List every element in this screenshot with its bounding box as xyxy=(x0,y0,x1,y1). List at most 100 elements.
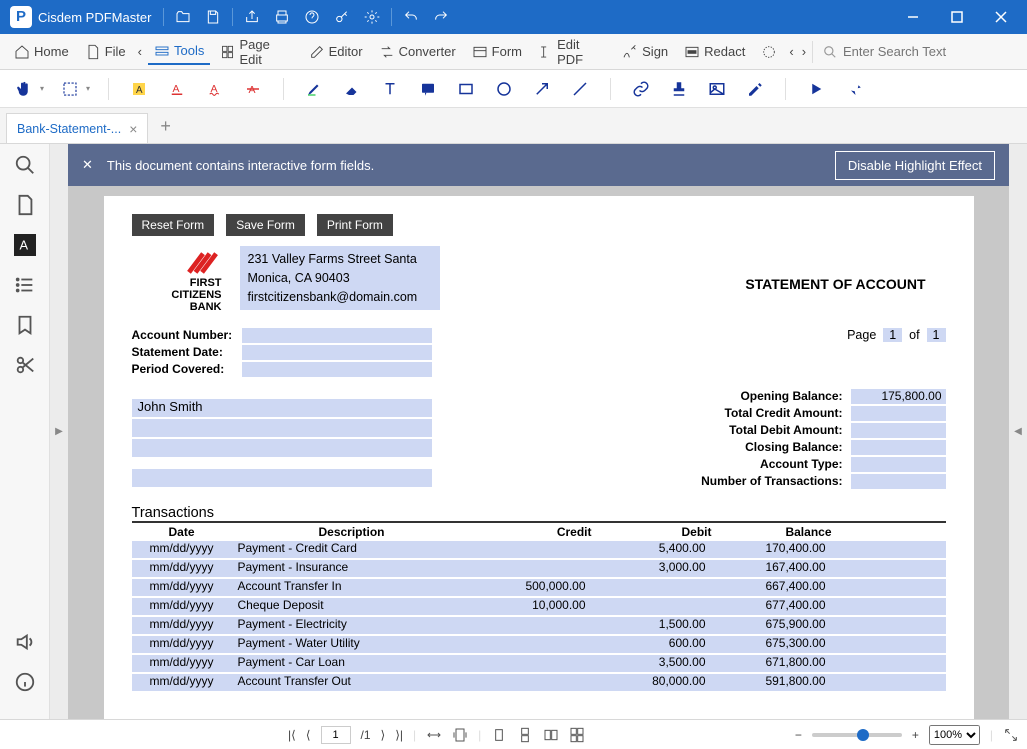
marker-icon[interactable] xyxy=(302,77,326,101)
page-input[interactable] xyxy=(321,726,351,744)
squiggle-icon[interactable]: A xyxy=(203,77,227,101)
maximize-button[interactable] xyxy=(935,0,979,34)
table-row[interactable]: mm/dd/yyyyPayment - Car Loan3,500.00671,… xyxy=(132,655,946,672)
save-form-button[interactable]: Save Form xyxy=(226,214,305,236)
select-tool-icon[interactable] xyxy=(58,77,82,101)
close-button[interactable] xyxy=(979,0,1023,34)
ribbon-file[interactable]: File xyxy=(79,40,132,64)
ribbon-redact[interactable]: Redact xyxy=(678,40,751,64)
disable-highlight-button[interactable]: Disable Highlight Effect xyxy=(835,151,995,180)
ribbon-editor[interactable]: Editor xyxy=(303,40,369,64)
total-credit-field[interactable] xyxy=(851,406,946,421)
addr2-field[interactable] xyxy=(132,439,432,457)
reset-form-button[interactable]: Reset Form xyxy=(132,214,215,236)
zoom-slider[interactable] xyxy=(812,733,902,737)
table-row[interactable]: mm/dd/yyyyPayment - Water Utility600.006… xyxy=(132,636,946,653)
fullscreen-icon[interactable] xyxy=(1003,727,1019,743)
image-icon[interactable] xyxy=(705,77,729,101)
table-row[interactable]: mm/dd/yyyyPayment - Electricity1,500.006… xyxy=(132,617,946,634)
text-icon[interactable] xyxy=(378,77,402,101)
highlight-icon[interactable]: A xyxy=(127,77,151,101)
play-icon[interactable] xyxy=(804,77,828,101)
statement-date-field[interactable] xyxy=(242,345,432,360)
minimize-button[interactable] xyxy=(891,0,935,34)
ribbon-form[interactable]: Form xyxy=(466,40,528,64)
table-row[interactable]: mm/dd/yyyyAccount Transfer Out80,000.005… xyxy=(132,674,946,691)
circle-icon[interactable] xyxy=(492,77,516,101)
table-row[interactable]: mm/dd/yyyyAccount Transfer In500,000.006… xyxy=(132,579,946,596)
line-icon[interactable] xyxy=(568,77,592,101)
note-icon[interactable] xyxy=(416,77,440,101)
single-page-icon[interactable] xyxy=(491,727,507,743)
eraser-icon[interactable] xyxy=(340,77,364,101)
ribbon-prev[interactable]: ‹ xyxy=(136,40,144,63)
last-page-icon[interactable]: ⟩| xyxy=(395,728,403,742)
new-tab-button[interactable]: + xyxy=(160,116,171,143)
search-box[interactable] xyxy=(823,44,1019,59)
table-row[interactable]: mm/dd/yyyyPayment - Insurance3,000.00167… xyxy=(132,560,946,577)
sound-icon[interactable] xyxy=(14,631,36,653)
ribbon-converter[interactable]: Converter xyxy=(373,40,462,64)
ribbon-sign[interactable]: Sign xyxy=(616,40,674,64)
print-form-button[interactable]: Print Form xyxy=(317,214,393,236)
ribbon-pageedit[interactable]: Page Edit xyxy=(214,33,298,71)
help-icon[interactable] xyxy=(299,4,325,30)
ribbon-tools[interactable]: Tools xyxy=(148,39,210,65)
name-field[interactable]: John Smith xyxy=(132,399,432,417)
ribbon-home[interactable]: Home xyxy=(8,40,75,64)
opening-balance-field[interactable]: 175,800.00 xyxy=(851,389,946,404)
pages-panel-icon[interactable] xyxy=(14,194,36,216)
prev-page-icon[interactable]: ⟨ xyxy=(306,728,311,742)
zoom-in-icon[interactable]: + xyxy=(912,728,919,742)
key-icon[interactable] xyxy=(329,4,355,30)
rect-icon[interactable] xyxy=(454,77,478,101)
strikeout-icon[interactable]: A xyxy=(241,77,265,101)
closing-balance-field[interactable] xyxy=(851,440,946,455)
account-type-field[interactable] xyxy=(851,457,946,472)
outline-panel-icon[interactable] xyxy=(14,274,36,296)
left-collapse[interactable]: ▶ xyxy=(50,144,68,719)
right-collapse[interactable]: ◀ xyxy=(1009,144,1027,719)
info-icon[interactable] xyxy=(14,671,36,693)
arrow-icon[interactable] xyxy=(530,77,554,101)
addr3-field[interactable] xyxy=(132,469,432,487)
link-icon[interactable] xyxy=(629,77,653,101)
account-number-field[interactable] xyxy=(242,328,432,343)
period-field[interactable] xyxy=(242,362,432,377)
font-panel-icon[interactable]: A xyxy=(14,234,36,256)
search-input[interactable] xyxy=(843,44,1019,59)
zoom-out-icon[interactable]: − xyxy=(795,728,802,742)
table-row[interactable]: mm/dd/yyyyCheque Deposit10,000.00677,400… xyxy=(132,598,946,615)
total-debit-field[interactable] xyxy=(851,423,946,438)
continuous-icon[interactable] xyxy=(517,727,533,743)
hand-tool-icon[interactable] xyxy=(12,77,36,101)
bookmark-panel-icon[interactable] xyxy=(14,314,36,336)
num-transactions-field[interactable] xyxy=(851,474,946,489)
share-icon[interactable] xyxy=(239,4,265,30)
tab-close-icon[interactable]: × xyxy=(129,121,137,137)
zoom-select[interactable]: 100% xyxy=(929,725,980,745)
open-icon[interactable] xyxy=(170,4,196,30)
addr1-field[interactable] xyxy=(132,419,432,437)
banner-close-icon[interactable]: ✕ xyxy=(82,157,93,173)
table-row[interactable]: mm/dd/yyyyPayment - Credit Card5,400.001… xyxy=(132,541,946,558)
two-page-icon[interactable] xyxy=(543,727,559,743)
save-icon[interactable] xyxy=(200,4,226,30)
fit-width-icon[interactable] xyxy=(426,727,442,743)
ribbon-next[interactable]: › xyxy=(800,40,808,63)
clip-panel-icon[interactable] xyxy=(14,354,36,376)
underline-icon[interactable]: A xyxy=(165,77,189,101)
fit-page-icon[interactable] xyxy=(452,727,468,743)
two-continuous-icon[interactable] xyxy=(569,727,585,743)
first-page-icon[interactable]: |⟨ xyxy=(288,728,296,742)
ribbon-prev2[interactable]: ‹ xyxy=(787,40,795,63)
stamp-icon[interactable] xyxy=(667,77,691,101)
search-panel-icon[interactable] xyxy=(14,154,36,176)
ribbon-ocr[interactable] xyxy=(755,40,783,64)
redo-icon[interactable] xyxy=(428,4,454,30)
pin-icon[interactable] xyxy=(842,77,866,101)
ribbon-editpdf[interactable]: Edit PDF xyxy=(532,33,612,71)
print-icon[interactable] xyxy=(269,4,295,30)
settings-icon[interactable] xyxy=(359,4,385,30)
address-field[interactable]: 231 Valley Farms Street Santa Monica, CA… xyxy=(240,246,440,310)
